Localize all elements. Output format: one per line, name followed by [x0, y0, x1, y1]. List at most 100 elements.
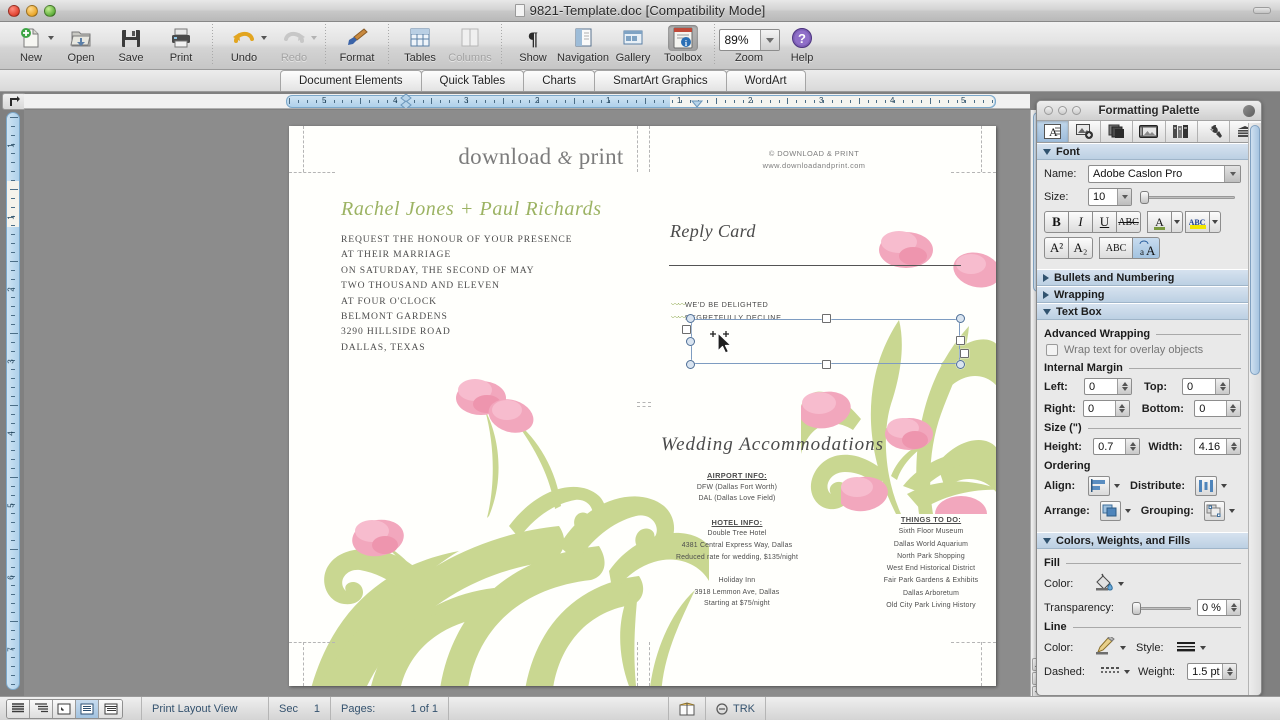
reply-card-title[interactable]: Reply Card	[670, 221, 756, 242]
notebook-cell[interactable]	[669, 697, 706, 720]
distribute-button[interactable]	[1195, 476, 1217, 496]
gear-icon[interactable]	[1243, 105, 1255, 117]
section-header-text-box[interactable]: Text Box	[1037, 303, 1248, 320]
toolbar-button-help[interactable]: ? Help	[777, 22, 827, 68]
fill-color-button[interactable]	[1094, 573, 1114, 594]
underline-button[interactable]: U	[1092, 211, 1117, 233]
toolbar-button-show[interactable]: ¶ Show	[508, 22, 558, 68]
palette-tab-strip[interactable]: A	[1037, 121, 1261, 143]
toolbar-button-print[interactable]: Print	[156, 22, 206, 68]
wrap-overlay-checkbox-row[interactable]: Wrap text for overlay objects	[1046, 344, 1241, 356]
horizontal-ruler[interactable]: 5432112345	[24, 94, 1030, 109]
resize-handle-top-center[interactable]	[822, 314, 831, 323]
palette-scrollbar-thumb[interactable]	[1250, 125, 1260, 375]
margin-left-stepper[interactable]: 0	[1084, 378, 1132, 395]
font-style-buttons[interactable]: B I U ABC A	[1044, 211, 1241, 233]
line-color-button[interactable]	[1094, 637, 1116, 658]
chevron-down-icon[interactable]	[1229, 509, 1235, 513]
line-style-button[interactable]	[1176, 639, 1196, 656]
palette-tab-font-formatting[interactable]: A	[1037, 121, 1069, 142]
formatting-palette[interactable]: Formatting Palette A	[1036, 100, 1262, 696]
toolbar-button-toolbox[interactable]: i Toolbox	[658, 22, 708, 68]
toolbar-button-gallery[interactable]: Gallery	[608, 22, 658, 68]
section-header-bullets-numbering[interactable]: Bullets and Numbering	[1037, 269, 1248, 286]
chevron-down-icon[interactable]	[1221, 484, 1227, 488]
stepper-arrows[interactable]	[1115, 401, 1129, 416]
resize-handle-right-lower[interactable]	[960, 349, 969, 358]
stepper-arrows[interactable]	[1125, 439, 1139, 454]
chevron-down-icon[interactable]	[1200, 646, 1206, 650]
font-size-combobox[interactable]: 10	[1088, 188, 1132, 206]
track-changes-cell[interactable]: TRK	[706, 697, 766, 720]
notebook-view-button[interactable]	[99, 700, 122, 718]
change-case-button[interactable]: a A	[1132, 237, 1160, 259]
resize-handle-bottom-center[interactable]	[822, 360, 831, 369]
highlight-button[interactable]: ABC	[1185, 211, 1210, 233]
publishing-view-button[interactable]	[53, 700, 76, 718]
toolbar-button-undo[interactable]: Undo	[219, 22, 269, 68]
toolbar-button-new[interactable]: New	[6, 22, 56, 68]
palette-tab-media-browser[interactable]	[1133, 121, 1165, 142]
wrap-overlay-checkbox[interactable]	[1046, 344, 1058, 356]
height-stepper[interactable]: 0.7	[1093, 438, 1140, 455]
dashed-style-button[interactable]	[1100, 664, 1120, 679]
indent-marker-right[interactable]	[690, 97, 704, 108]
stepper-arrows[interactable]	[1226, 600, 1240, 615]
toolbar-toggle-button[interactable]	[1253, 7, 1271, 14]
toolbar-button-save[interactable]: Save	[106, 22, 156, 68]
chevron-down-icon[interactable]	[1114, 484, 1120, 488]
small-caps-button[interactable]: ABC	[1099, 237, 1133, 259]
font-color-button[interactable]: A	[1147, 211, 1172, 233]
palette-tab-compatibility[interactable]	[1198, 121, 1230, 142]
bold-button[interactable]: B	[1044, 211, 1069, 233]
section-header-wrapping[interactable]: Wrapping	[1037, 286, 1248, 303]
tab-smartart-graphics[interactable]: SmartArt Graphics	[594, 70, 727, 91]
superscript-button[interactable]: A²	[1044, 237, 1069, 259]
font-name-combobox[interactable]: Adobe Caslon Pro	[1088, 165, 1241, 183]
view-buttons[interactable]	[6, 699, 123, 719]
zoom-combobox[interactable]: 89%	[719, 29, 780, 51]
palette-tab-reference-tools[interactable]	[1166, 121, 1198, 142]
margin-right-stepper[interactable]: 0	[1083, 400, 1130, 417]
stepper-arrows[interactable]	[1117, 379, 1131, 394]
transparency-slider[interactable]	[1132, 602, 1191, 614]
grouping-button[interactable]	[1204, 501, 1225, 521]
stepper-arrows[interactable]	[1222, 664, 1236, 679]
margin-top-stepper[interactable]: 0	[1182, 378, 1230, 395]
chevron-down-icon[interactable]	[48, 36, 54, 40]
resize-handle-right-middle[interactable]	[956, 336, 965, 345]
document-canvas[interactable]: download & print Rachel Jones + Paul Ric…	[24, 110, 1030, 702]
tab-charts[interactable]: Charts	[523, 70, 595, 91]
weight-stepper[interactable]: 1.5 pt	[1187, 663, 1237, 680]
chevron-down-icon[interactable]	[1120, 646, 1126, 650]
margin-bottom-stepper[interactable]: 0	[1194, 400, 1241, 417]
font-effects-buttons[interactable]: A² A₂ ABC a A	[1044, 237, 1241, 259]
tab-document-elements[interactable]: Document Elements	[280, 70, 422, 91]
document-page[interactable]: download & print Rachel Jones + Paul Ric…	[289, 126, 996, 686]
stepper-arrows[interactable]	[1226, 439, 1240, 454]
strikethrough-button[interactable]: ABC	[1116, 211, 1141, 233]
outline-view-button[interactable]	[30, 700, 53, 718]
stepper-arrows[interactable]	[1215, 379, 1229, 394]
subscript-button[interactable]: A₂	[1068, 237, 1093, 259]
font-size-slider[interactable]	[1140, 191, 1235, 203]
section-header-font[interactable]: Font	[1037, 143, 1248, 160]
palette-tab-add-objects[interactable]	[1069, 121, 1101, 142]
toolbar-button-columns[interactable]: Columns	[445, 22, 495, 68]
stepper-arrows[interactable]	[1226, 401, 1240, 416]
chevron-down-icon[interactable]	[1224, 166, 1240, 182]
chevron-down-icon[interactable]	[1118, 582, 1124, 586]
resize-handle-bottom-right[interactable]	[956, 360, 965, 369]
resize-handle-left-upper[interactable]	[682, 325, 691, 334]
align-button[interactable]	[1088, 476, 1110, 496]
vertical-ruler[interactable]: 11234567	[6, 112, 20, 690]
resize-handle-top-right[interactable]	[956, 314, 965, 323]
resize-handle-left-middle[interactable]	[686, 337, 695, 346]
italic-button[interactable]: I	[1068, 211, 1093, 233]
tab-wordart[interactable]: WordArt	[726, 70, 806, 91]
draft-view-button[interactable]	[7, 700, 30, 718]
resize-handle-top-left[interactable]	[686, 314, 695, 323]
toolbar-button-tables[interactable]: Tables	[395, 22, 445, 68]
palette-tab-object-palette[interactable]	[1101, 121, 1133, 142]
toolbar-button-navigation[interactable]: Navigation	[558, 22, 608, 68]
